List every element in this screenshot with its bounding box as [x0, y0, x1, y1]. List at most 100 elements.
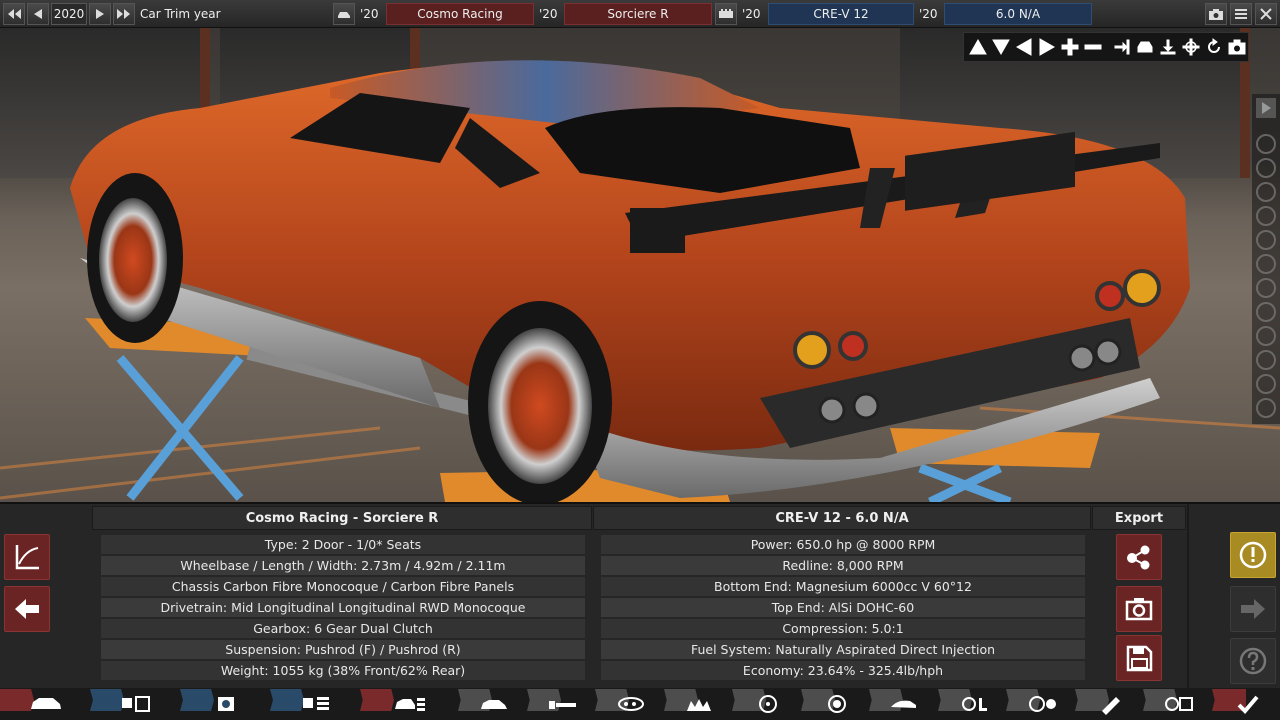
camera-right-button[interactable]	[1036, 35, 1058, 59]
body-icon	[481, 700, 508, 709]
trim-tab[interactable]	[360, 689, 460, 719]
driver-view-toggle[interactable]	[1256, 374, 1276, 394]
car-info-header: Cosmo Racing - Sorciere R	[92, 506, 592, 530]
model-name-field[interactable]: Cosmo Racing	[386, 3, 534, 25]
camera-snapshot-button[interactable]	[1226, 35, 1248, 59]
next-year-button[interactable]	[89, 3, 111, 25]
rotate-axis-button[interactable]	[1180, 35, 1202, 59]
chassis-icon	[548, 701, 576, 709]
camera-up-button[interactable]	[967, 35, 989, 59]
car-weight-row: Weight: 1055 kg (38% Front/62% Rear)	[100, 660, 586, 681]
engine-info-list: Power: 650.0 hp @ 8000 RPM Redline: 8,00…	[600, 534, 1086, 681]
graph-button[interactable]	[4, 534, 50, 580]
engine-variant-field[interactable]: 6.0 N/A	[944, 3, 1092, 25]
brakes-tab[interactable]	[732, 689, 805, 719]
export-share-button[interactable]	[1116, 534, 1162, 580]
suspension-view-toggle[interactable]	[1256, 182, 1276, 202]
test-track-tab[interactable]	[1143, 689, 1216, 719]
engine-view-toggle[interactable]	[1256, 278, 1276, 298]
engine-redline-row: Redline: 8,000 RPM	[600, 555, 1086, 576]
screenshot-button[interactable]	[1205, 3, 1227, 25]
engine-bottom-end-row: Bottom End: Magnesium 6000cc V 60°12	[600, 576, 1086, 597]
camera-icon	[1125, 598, 1153, 621]
chassis-view-toggle[interactable]	[1256, 230, 1276, 250]
body-view-toggle[interactable]	[1256, 206, 1276, 226]
wheel-view-toggle[interactable]	[1256, 134, 1276, 154]
warning-icon	[1239, 541, 1267, 569]
lower-button[interactable]	[1157, 35, 1179, 59]
engine-icon	[719, 9, 733, 18]
settings-view-toggle[interactable]	[1256, 350, 1276, 370]
warning-button[interactable]	[1230, 532, 1276, 578]
drivetrain-icon	[1029, 696, 1057, 712]
first-year-button[interactable]	[3, 3, 25, 25]
export-photo-button[interactable]	[1116, 586, 1162, 632]
car-3d-viewport[interactable]	[0, 28, 1280, 502]
skip-back-icon	[8, 9, 21, 19]
paint-view-toggle[interactable]	[1256, 158, 1276, 178]
play-right-icon	[1262, 102, 1271, 114]
trim-year-label: Car Trim year	[140, 7, 221, 21]
list-icon	[1235, 9, 1247, 19]
engine-folder-icon	[122, 696, 150, 712]
engine-config-tab[interactable]	[270, 689, 362, 719]
model-select-button[interactable]	[333, 3, 355, 25]
camera-left-button[interactable]	[1013, 35, 1035, 59]
car-front-icon	[1137, 41, 1153, 53]
align-button[interactable]	[1111, 35, 1133, 59]
steering-icon	[961, 697, 987, 711]
hide-view-toggle[interactable]	[1256, 326, 1276, 346]
year-field[interactable]: 2020	[51, 3, 87, 25]
paint-tab[interactable]	[1074, 689, 1148, 719]
rotate-icon	[1208, 38, 1220, 53]
export-save-button[interactable]	[1116, 635, 1162, 681]
menu-button[interactable]	[1230, 3, 1252, 25]
close-button[interactable]	[1255, 3, 1277, 25]
car-suspension-row: Suspension: Pushrod (F) / Pushrod (R)	[100, 639, 586, 660]
car-render	[0, 60, 1280, 502]
last-year-button[interactable]	[113, 3, 135, 25]
interior-view-toggle[interactable]	[1256, 254, 1276, 274]
engine-list-icon	[303, 697, 329, 710]
chassis-tab[interactable]	[526, 689, 600, 719]
wheels-tab[interactable]	[663, 689, 737, 719]
interior-tab[interactable]	[800, 689, 874, 719]
arrow-left-icon	[1015, 38, 1032, 56]
engine-select-button[interactable]	[715, 3, 737, 25]
play-right-icon	[96, 9, 104, 19]
zoom-out-button[interactable]	[1082, 35, 1104, 59]
finish-tab[interactable]	[1211, 689, 1280, 719]
play-left-icon	[34, 9, 42, 19]
engine-family-tab[interactable]	[90, 689, 182, 719]
wheels-icon	[686, 699, 711, 711]
reset-rotation-button[interactable]	[1203, 35, 1225, 59]
outline-view-toggle[interactable]	[1256, 398, 1276, 418]
engine-economy-row: Economy: 23.64% - 325.4lb/hph	[600, 660, 1086, 681]
next-button[interactable]	[1230, 586, 1276, 632]
car-model-tab[interactable]	[0, 689, 92, 719]
camera-down-button[interactable]	[990, 35, 1012, 59]
arrow-up-icon	[969, 38, 987, 55]
trim-name-field[interactable]: Sorciere R	[564, 3, 712, 25]
arrow-to-ground-icon	[1160, 39, 1176, 55]
zoom-in-button[interactable]	[1059, 35, 1081, 59]
back-button[interactable]	[4, 586, 50, 632]
engine-family-field[interactable]: CRE-V 12	[768, 3, 914, 25]
drivetrain-tab[interactable]	[1006, 689, 1079, 719]
steering-tab[interactable]	[937, 689, 1011, 719]
help-button[interactable]	[1230, 638, 1276, 684]
help-icon	[1239, 647, 1267, 675]
car-view-button[interactable]	[1134, 35, 1156, 59]
body-tab[interactable]	[458, 689, 531, 719]
aero-view-toggle[interactable]	[1256, 302, 1276, 322]
aero-tab[interactable]	[869, 689, 942, 719]
arrow-right-icon	[1241, 599, 1265, 619]
car-gearbox-row: Gearbox: 6 Gear Dual Clutch	[100, 618, 586, 639]
close-icon	[1260, 8, 1272, 20]
fixtures-tab[interactable]	[595, 689, 668, 719]
engine-variant-tab[interactable]	[180, 689, 272, 719]
expand-panel-button[interactable]	[1256, 98, 1276, 118]
top-bar: 2020 Car Trim year '20 Cosmo Racing '20 …	[0, 0, 1280, 28]
prev-year-button[interactable]	[27, 3, 49, 25]
camera-toolbar	[963, 32, 1249, 62]
